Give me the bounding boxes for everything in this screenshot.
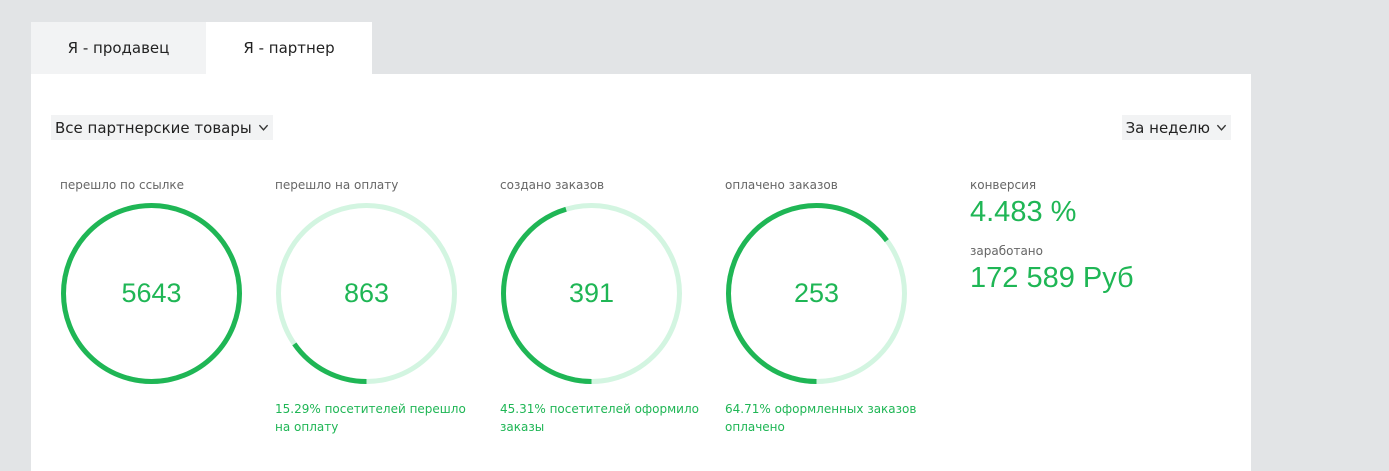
- products-filter-dropdown[interactable]: Все партнерские товары: [51, 115, 273, 140]
- period-filter-label: За неделю: [1125, 118, 1210, 137]
- stat-value: 863: [343, 278, 390, 308]
- tab-seller-label: Я - продавец: [67, 39, 170, 57]
- earned-value: 172 589 Руб: [970, 262, 1134, 294]
- period-filter-dropdown[interactable]: За неделю: [1121, 115, 1231, 140]
- stat-note: 15.29% посетителей перешло на оплату: [275, 402, 466, 434]
- summary-block: конверсия 4.483 % заработано 172 589 Руб: [970, 178, 1230, 296]
- stat-went-to-payment: перешло на оплату 863 15.29% посетителей…: [275, 178, 475, 434]
- stat-value: 253: [793, 278, 840, 308]
- stat-value: 391: [568, 278, 615, 308]
- stat-note: 45.31% посетителей оформило заказы: [500, 402, 699, 434]
- stat-value: 5643: [121, 278, 182, 308]
- stat-label: создано заказов: [500, 178, 605, 192]
- conversion-value: 4.483 %: [970, 196, 1077, 228]
- stat-label: оплачено заказов: [725, 178, 838, 192]
- stat-label: перешло по ссылке: [60, 178, 185, 192]
- earned-label: заработано: [970, 244, 1043, 258]
- stat-note: 64.71% оформленных заказов оплачено: [725, 402, 917, 434]
- products-filter-label: Все партнерские товары: [55, 118, 252, 137]
- chevron-down-icon: [258, 124, 268, 131]
- stat-link-visits: перешло по ссылке 5643: [60, 178, 260, 384]
- stat-orders-created: создано заказов 391 45.31% посетителей о…: [500, 178, 700, 434]
- chevron-down-icon: [1216, 124, 1227, 131]
- conversion-label: конверсия: [970, 178, 1037, 192]
- tab-seller[interactable]: Я - продавец: [31, 22, 206, 74]
- stats-panel: Все партнерские товары За неделю перешло…: [31, 74, 1251, 471]
- stat-label: перешло на оплату: [275, 178, 399, 192]
- tab-partner[interactable]: Я - партнер: [206, 22, 372, 74]
- stat-orders-paid: оплачено заказов 253 64.71% оформленных …: [725, 178, 925, 434]
- tab-partner-label: Я - партнер: [243, 39, 335, 57]
